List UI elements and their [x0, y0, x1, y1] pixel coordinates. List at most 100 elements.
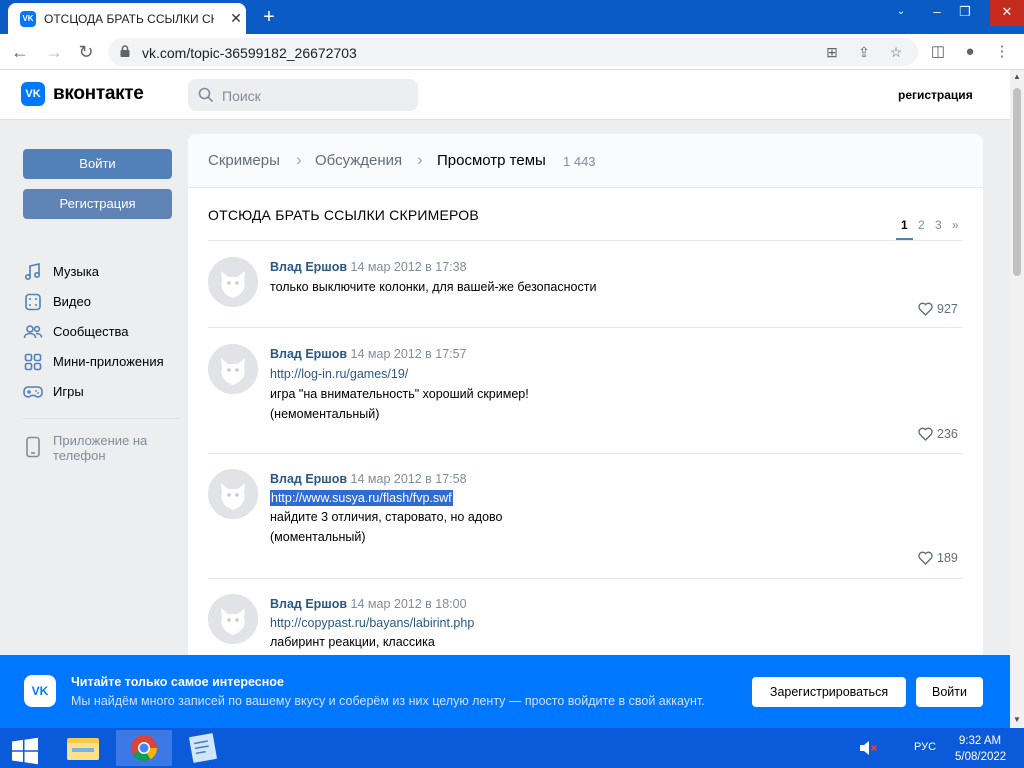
heart-icon — [918, 551, 933, 565]
avatar[interactable] — [208, 257, 258, 307]
scroll-down-icon[interactable]: ▼ — [1010, 713, 1024, 727]
volume-muted-icon[interactable] — [858, 740, 878, 756]
post-link[interactable]: http://copypast.ru/bayans/labirint.php — [270, 616, 474, 630]
side-panel-icon[interactable]: ◫ — [926, 40, 950, 64]
menu-item-video[interactable]: Видео — [23, 290, 183, 314]
chrome-menu-icon[interactable]: ⋮ — [990, 40, 1014, 64]
promo-login-button[interactable]: Войти — [916, 677, 983, 707]
topic-card: Скримеры › Обсуждения › Просмотр темы 1 … — [188, 134, 983, 664]
author-name[interactable]: Влад Ершов — [270, 472, 347, 486]
author-name[interactable]: Влад Ершов — [270, 597, 347, 611]
heart-icon — [918, 302, 933, 316]
windows-start-icon[interactable] — [0, 728, 52, 768]
windows-taskbar: РУС 9:32 AM 5/08/2022 — [0, 728, 1024, 768]
reload-icon[interactable]: ↻ — [74, 40, 98, 64]
menu-item-communities[interactable]: Сообщества — [23, 320, 183, 344]
profile-icon[interactable]: ● — [958, 40, 982, 64]
share-icon[interactable]: ⇪ — [854, 42, 874, 62]
post-date[interactable]: 14 мар 2012 в 17:38 — [351, 260, 467, 274]
post-link-selected[interactable]: http://www.susya.ru/flash/fvp.swf — [270, 490, 453, 506]
post-text: (немоментальный) — [270, 407, 380, 421]
browser-toolbar: ← → ↻ vk.com/topic-36599182_26672703 ⊞ ⇪… — [0, 34, 1024, 70]
bookmark-star-icon[interactable]: ☆ — [886, 42, 906, 62]
lock-icon[interactable] — [118, 44, 132, 58]
page-2-link[interactable]: 2 — [918, 218, 925, 232]
vk-logo-icon[interactable]: VK — [21, 82, 45, 106]
search-placeholder: Поиск — [222, 88, 261, 104]
translate-icon[interactable]: ⊞ — [822, 42, 842, 62]
page-scrollbar[interactable]: ▲ ▼ — [1010, 70, 1024, 728]
menu-item-games[interactable]: Игры — [23, 380, 183, 404]
back-icon[interactable]: ← — [8, 40, 32, 64]
avatar[interactable] — [208, 594, 258, 644]
post-date[interactable]: 14 мар 2012 в 17:57 — [351, 347, 467, 361]
menu-item-music[interactable]: Музыка — [23, 260, 183, 284]
language-indicator[interactable]: РУС — [914, 741, 936, 753]
forward-icon[interactable]: → — [42, 40, 66, 64]
chevron-right-icon: › — [296, 150, 302, 169]
menu-item-mini-apps[interactable]: Мини-приложения — [23, 350, 183, 374]
scroll-up-icon[interactable]: ▲ — [1010, 70, 1024, 84]
scroll-thumb[interactable] — [1013, 88, 1021, 276]
post-author[interactable]: Влад Ершов 14 мар 2012 в 18:00 — [270, 597, 467, 611]
tab-search-icon[interactable]: ⌄ — [886, 0, 916, 26]
login-button[interactable]: Войти — [23, 149, 172, 179]
post-author[interactable]: Влад Ершов 14 мар 2012 в 17:58 — [270, 472, 467, 486]
like-count: 927 — [937, 302, 958, 316]
new-tab-button[interactable]: + — [256, 5, 282, 29]
phone-icon[interactable] — [23, 436, 43, 458]
avatar[interactable] — [208, 344, 258, 394]
post-link[interactable]: http://log-in.ru/games/19/ — [270, 367, 408, 381]
close-tab-icon[interactable]: ✕ — [226, 8, 246, 28]
post-date[interactable]: 14 мар 2012 в 17:58 — [351, 472, 467, 486]
page-3-link[interactable]: 3 — [935, 218, 942, 232]
vk-brand[interactable]: вконтакте — [53, 83, 144, 105]
register-link[interactable]: регистрация — [898, 88, 973, 102]
post-divider — [208, 327, 963, 328]
post-text: игра "на внимательность" хороший скример… — [270, 387, 529, 401]
minimize-button[interactable]: – — [922, 0, 952, 26]
search-input[interactable]: Поиск — [188, 79, 418, 111]
breadcrumb-discussions[interactable]: Обсуждения — [315, 152, 402, 169]
maximize-button[interactable]: ❐ — [950, 0, 980, 26]
post-author[interactable]: Влад Ершов 14 мар 2012 в 17:38 — [270, 260, 467, 274]
breadcrumb: Скримеры › Обсуждения › Просмотр темы 1 … — [188, 134, 983, 188]
post: Влад Ершов 14 мар 2012 в 17:38 только вы… — [208, 257, 964, 328]
breadcrumb-screamers[interactable]: Скримеры — [208, 152, 280, 169]
menu-label: Видео — [53, 294, 91, 309]
author-name[interactable]: Влад Ершов — [270, 347, 347, 361]
avatar[interactable] — [208, 469, 258, 519]
promo-subtitle: Мы найдём много записей по вашему вкусу … — [71, 694, 705, 708]
file-explorer-icon[interactable] — [56, 730, 112, 766]
page-1-link[interactable]: 1 — [901, 218, 908, 232]
like-button[interactable]: 189 — [918, 550, 964, 568]
like-button[interactable]: 236 — [918, 426, 964, 444]
register-button[interactable]: Регистрация — [23, 189, 172, 219]
mobile-app-link[interactable]: Приложение на телефон — [53, 433, 163, 463]
clock-date: 5/08/2022 — [955, 751, 1007, 763]
notepad-app-icon[interactable] — [176, 730, 232, 766]
view-count: 1 443 — [563, 154, 596, 169]
browser-tab[interactable]: VK ОТСЦОДА БРАТЬ ССЫЛКИ СКРИ ✕ — [8, 3, 246, 34]
menu-label: Сообщества — [53, 324, 129, 339]
post-divider — [208, 453, 963, 454]
post-text: только выключите колонки, для вашей-же б… — [270, 280, 597, 294]
topic-divider — [208, 240, 963, 241]
vk-logo-icon: VK — [24, 675, 56, 707]
next-page-link[interactable]: » — [952, 218, 959, 232]
address-bar[interactable]: vk.com/topic-36599182_26672703 ⊞ ⇪ ☆ — [108, 38, 918, 66]
window-close-button[interactable]: ✕ — [990, 0, 1024, 26]
menu-label: Игры — [53, 384, 84, 399]
post-date[interactable]: 14 мар 2012 в 18:00 — [351, 597, 467, 611]
breadcrumb-current: Просмотр темы — [437, 152, 546, 169]
chrome-icon[interactable] — [116, 730, 172, 766]
author-name[interactable]: Влад Ершов — [270, 260, 347, 274]
browser-tab-strip: VK ОТСЦОДА БРАТЬ ССЫЛКИ СКРИ ✕ + ⌄ – ❐ ✕ — [0, 0, 1024, 34]
post: Влад Ершов 14 мар 2012 в 17:57 http://lo… — [208, 344, 963, 454]
system-clock[interactable]: 9:32 AM 5/08/2022 — [955, 733, 1007, 765]
post-author[interactable]: Влад Ершов 14 мар 2012 в 17:57 — [270, 347, 467, 361]
promo-register-button[interactable]: Зарегистрироваться — [752, 677, 906, 707]
community-icon — [23, 325, 43, 339]
like-button[interactable]: 927 — [918, 301, 964, 319]
post-text: (моментальный) — [270, 530, 366, 544]
